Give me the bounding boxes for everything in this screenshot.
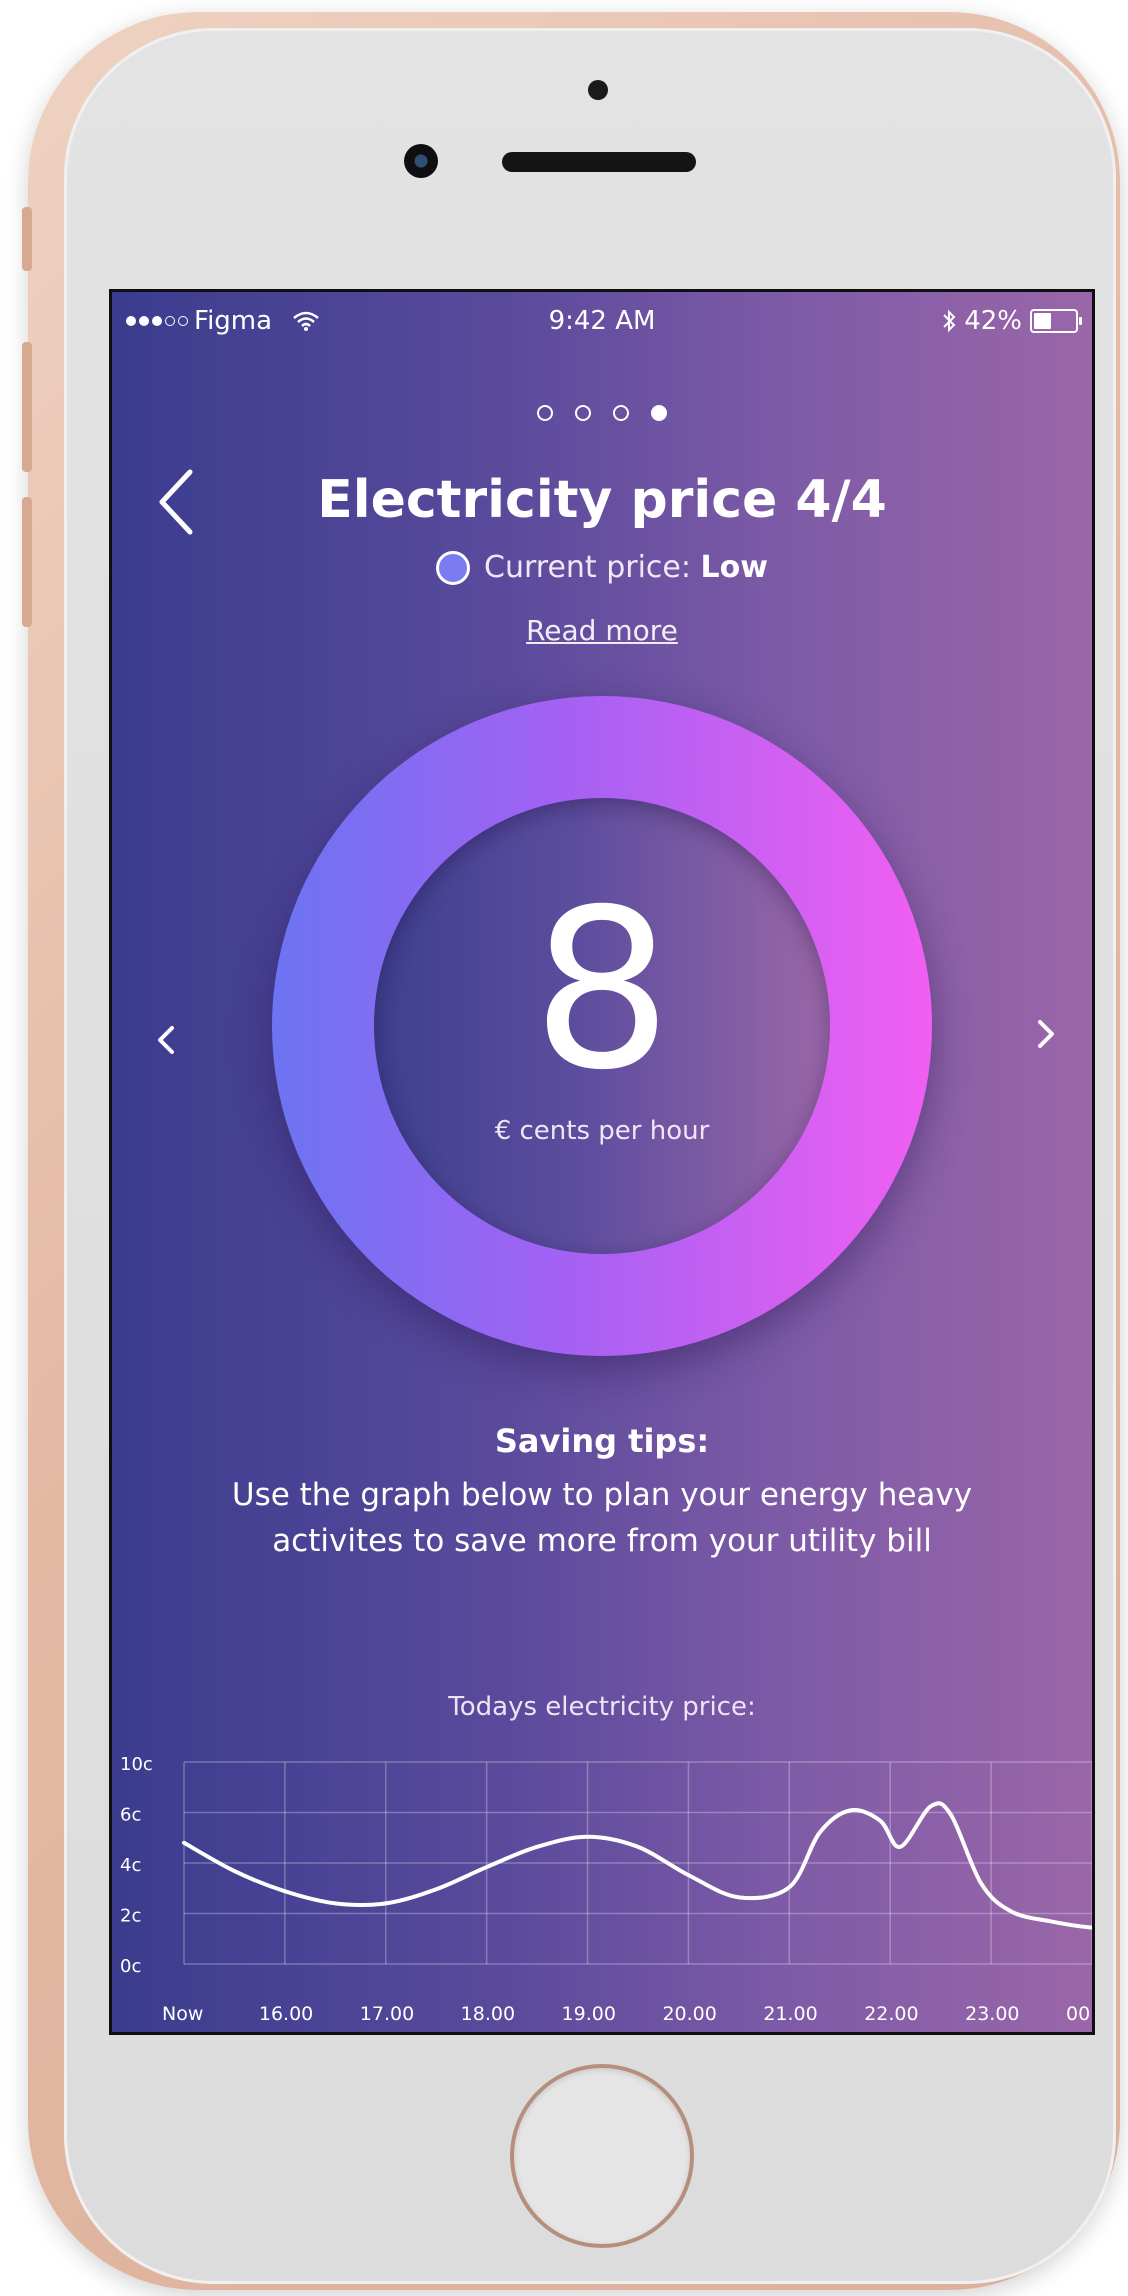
- chart-title: Todays electricity price:: [448, 1692, 756, 1722]
- home-button[interactable]: [510, 2064, 694, 2248]
- side-button-volume-down: [22, 497, 32, 627]
- tips-body: Use the graph below to plan your energy …: [231, 1477, 973, 1559]
- x-tick-label: 22.00: [864, 2003, 918, 2025]
- status-bar: Figma 9:42 AM 42%: [112, 292, 1092, 352]
- x-tick-label: 21.00: [763, 2003, 817, 2025]
- app-screen: Figma 9:42 AM 42% Electricity price 4/4: [109, 289, 1095, 2035]
- page-indicator: [112, 405, 1092, 421]
- page-title: Electricity price 4/4: [317, 470, 887, 530]
- current-price-text: Current price: Low: [484, 550, 768, 585]
- price-unit: € cents per hour: [494, 1116, 710, 1146]
- price-chart: 10c 6c 4c 2c 0c Now 16.00 17.00 18.00 19.00 20.00 2…: [120, 1754, 1092, 2025]
- page-dot[interactable]: [575, 405, 591, 421]
- current-price-value: Low: [700, 550, 768, 585]
- price-level-indicator: [436, 550, 470, 585]
- price-ring-center: 8 € cents per hour: [374, 798, 830, 1254]
- previous-arrow-icon[interactable]: [146, 1010, 186, 1070]
- side-button-mute: [22, 207, 32, 271]
- front-camera: [404, 144, 438, 178]
- y-tick-label: 2c: [120, 1906, 141, 1927]
- side-button-volume-up: [22, 342, 32, 472]
- earpiece-speaker: [502, 152, 696, 172]
- read-more-link[interactable]: Read more: [112, 614, 1092, 647]
- price-ring: 8 € cents per hour: [272, 696, 932, 1356]
- y-tick-label: 6c: [120, 1805, 141, 1826]
- price-line: [182, 1801, 1092, 1930]
- y-tick-label: 10c: [120, 1754, 153, 1775]
- y-tick-label: 4c: [120, 1855, 141, 1876]
- current-price-label: Current price:: [484, 550, 701, 585]
- battery-percent: 42%: [964, 306, 1022, 336]
- page-dot-active[interactable]: [651, 405, 667, 421]
- x-tick-label: 16.00: [259, 2003, 313, 2025]
- page-dot[interactable]: [613, 405, 629, 421]
- status-right: 42%: [942, 306, 1082, 336]
- x-tick-label: 19.00: [562, 2003, 616, 2025]
- battery-icon: [1030, 309, 1082, 333]
- x-tick-label: Now: [162, 2003, 203, 2025]
- y-tick-label: 0c: [120, 1956, 141, 1977]
- x-tick-label: 23.00: [965, 2003, 1019, 2025]
- next-arrow-icon[interactable]: [1026, 1004, 1066, 1064]
- x-tick-label: 18.00: [461, 2003, 515, 2025]
- current-price: Current price: Low: [112, 550, 1092, 585]
- x-tick-label: 20.00: [662, 2003, 716, 2025]
- page-dot[interactable]: [537, 405, 553, 421]
- x-tick-label: 17.00: [360, 2003, 414, 2025]
- x-tick-label: 00.00: [1066, 2003, 1092, 2025]
- proximity-sensor: [588, 80, 608, 100]
- bluetooth-icon: [943, 309, 956, 333]
- price-value: 8: [532, 862, 672, 1118]
- tips-title: Saving tips:: [494, 1422, 710, 1460]
